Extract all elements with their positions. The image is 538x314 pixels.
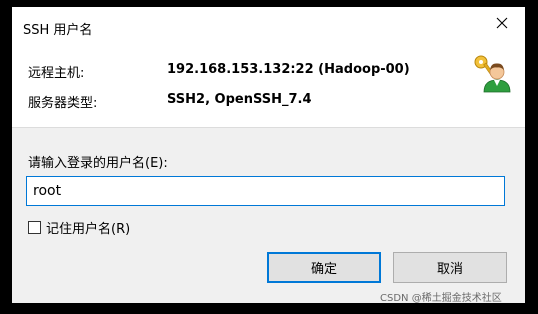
user-key-icon xyxy=(474,55,511,93)
username-input[interactable] xyxy=(26,176,505,206)
server-type-label: 服务器类型: xyxy=(28,96,98,111)
username-prompt-label: 请输入登录的用户名(E): xyxy=(28,156,168,171)
remote-host-value: 192.168.153.132:22 (Hadoop-00) xyxy=(167,62,410,77)
connection-info-panel: 远程主机: 192.168.153.132:22 (Hadoop-00) 服务器… xyxy=(12,47,525,128)
checkbox-box[interactable] xyxy=(28,221,41,234)
remember-username-label: 记住用户名(R) xyxy=(46,222,131,237)
ok-button[interactable]: 确定 xyxy=(267,252,381,283)
ssh-username-dialog: SSH 用户名 远程主机: 192.168.153.132:22 (Hadoop… xyxy=(12,7,525,303)
cancel-button[interactable]: 取消 xyxy=(393,252,507,283)
window-title: SSH 用户名 xyxy=(23,23,93,38)
watermark: CSDN @稀土掘金技术社区 xyxy=(380,293,502,304)
remember-username-checkbox[interactable]: 记住用户名(R) xyxy=(28,218,130,237)
close-button[interactable] xyxy=(479,7,525,38)
title-bar: SSH 用户名 xyxy=(12,7,525,47)
server-type-value: SSH2, OpenSSH_7.4 xyxy=(167,92,312,107)
close-icon xyxy=(496,17,508,28)
remote-host-label: 远程主机: xyxy=(28,66,85,81)
